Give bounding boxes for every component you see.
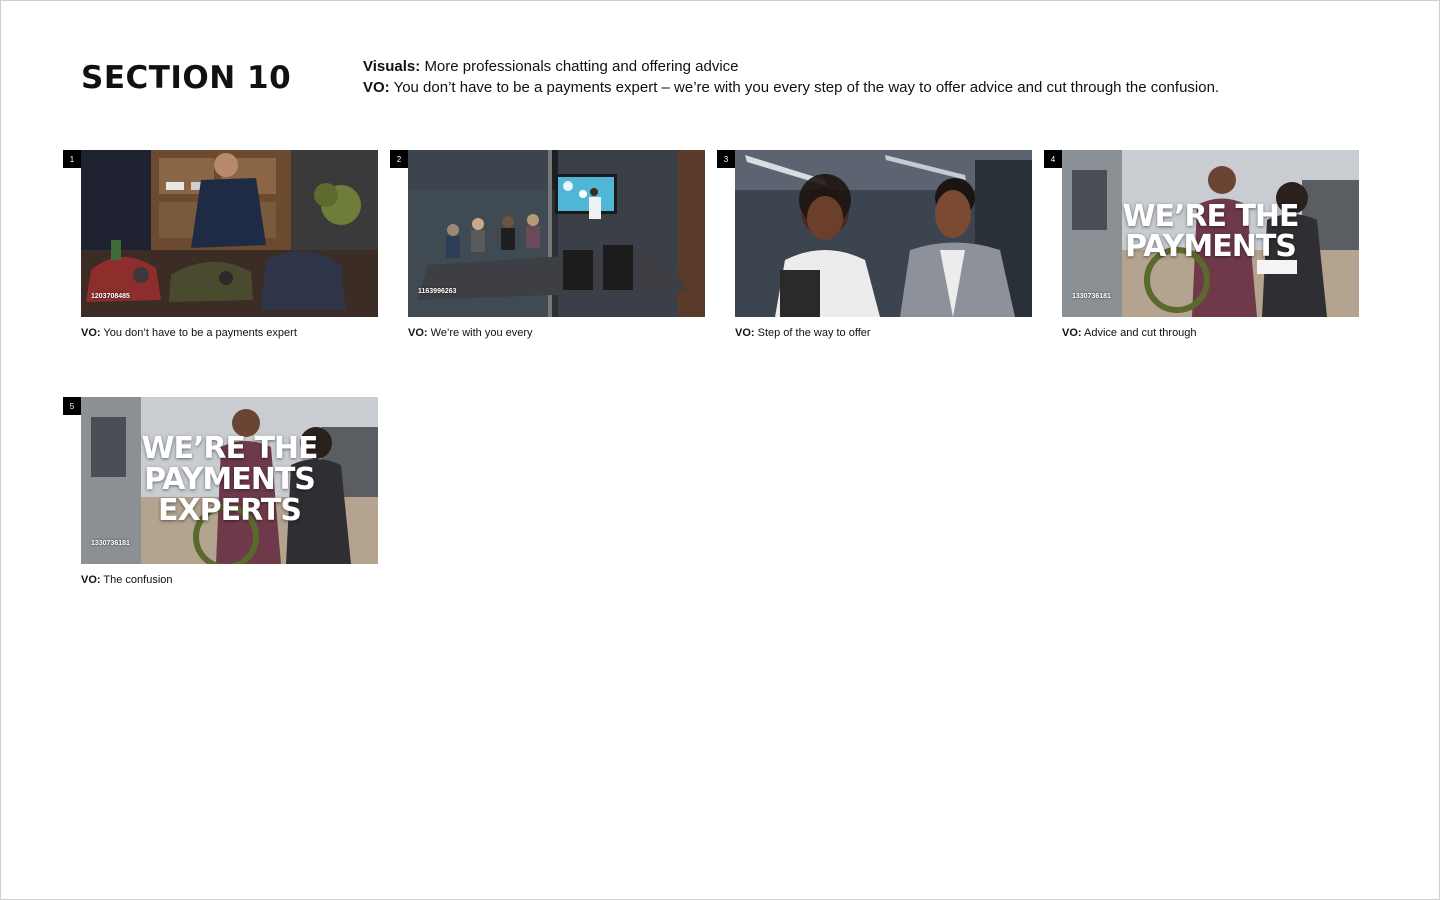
caption-vo-label: VO:	[408, 327, 428, 339]
frame-caption: VO: The confusion	[81, 572, 378, 588]
frame-number: 5	[63, 397, 81, 415]
caption-text: Advice and cut through	[1084, 327, 1197, 339]
shoe-store-image	[81, 150, 378, 317]
vo-text: You don’t have to be a payments expert –…	[393, 79, 1220, 96]
frame-thumbnail[interactable]	[735, 150, 1032, 317]
frame-number: 4	[1044, 150, 1062, 168]
storyboard-frame-3: 3 VO: Step of the way to offer	[717, 150, 1032, 341]
frame-number: 1	[63, 150, 81, 168]
visuals-text: More professionals chatting and offering…	[424, 58, 739, 75]
clip-id: 1330736181	[91, 540, 130, 547]
storyboard-frame-5: 5 WE’RE THE PAYMENTS EXPERTS 1330736181 …	[63, 397, 378, 588]
frame-caption: VO: Advice and cut through	[1062, 325, 1359, 341]
two-professionals-image	[735, 150, 1032, 317]
overlay-line-2: PAYMENTS	[1125, 229, 1297, 264]
caption-vo-label: VO:	[81, 327, 101, 339]
frame-number: 2	[390, 150, 408, 168]
clip-id: 1163996263	[418, 288, 457, 295]
overlay-line-1: WE’RE THE	[141, 431, 318, 466]
caption-text: Step of the way to offer	[757, 327, 871, 339]
overlay-line-1: WE’RE THE	[1122, 199, 1299, 234]
frame-caption: VO: Step of the way to offer	[735, 325, 1032, 341]
overlay-headline: WE’RE THE PAYMENTS EXPERTS	[81, 433, 378, 526]
storyboard-frame-1: 1 1203708485 VO: You don’t have to be a …	[63, 150, 378, 341]
overlay-headline: WE’RE THE PAYMENTS	[1062, 202, 1359, 262]
frame-number: 3	[717, 150, 735, 168]
frame-thumbnail[interactable]: 1163996263	[408, 150, 705, 317]
frame-thumbnail[interactable]: WE’RE THE PAYMENTS EXPERTS 1330736181	[81, 397, 378, 564]
visuals-note: Visuals: More professionals chatting and…	[363, 56, 1363, 77]
clip-id: 1330736181	[1072, 293, 1111, 300]
caption-vo-label: VO:	[1062, 327, 1082, 339]
caption-vo-label: VO:	[735, 327, 755, 339]
section-title: SECTION 10	[81, 60, 292, 96]
clip-id: 1203708485	[91, 293, 130, 300]
storyboard-frame-4: 4 WE’RE THE PAYMENTS 1330736181 VO: Advi…	[1044, 150, 1359, 341]
overlay-line-2: PAYMENTS	[144, 462, 316, 497]
vo-note: VO: You don’t have to be a payments expe…	[363, 77, 1363, 98]
caption-text: You don’t have to be a payments expert	[103, 327, 297, 339]
frame-thumbnail[interactable]: WE’RE THE PAYMENTS 1330736181	[1062, 150, 1359, 317]
frame-caption: VO: We’re with you every	[408, 325, 705, 341]
overlay-line-3: EXPERTS	[158, 493, 302, 528]
visuals-label: Visuals:	[363, 58, 421, 75]
frame-caption: VO: You don’t have to be a payments expe…	[81, 325, 378, 341]
vo-label: VO:	[363, 79, 390, 96]
caption-vo-label: VO:	[81, 574, 101, 586]
caption-text: We’re with you every	[430, 327, 533, 339]
caption-text: The confusion	[103, 574, 173, 586]
storyboard-frame-2: 2 1163996263 VO: We’re with you every	[390, 150, 705, 341]
header-notes: Visuals: More professionals chatting and…	[363, 56, 1363, 98]
frame-thumbnail[interactable]: 1203708485	[81, 150, 378, 317]
